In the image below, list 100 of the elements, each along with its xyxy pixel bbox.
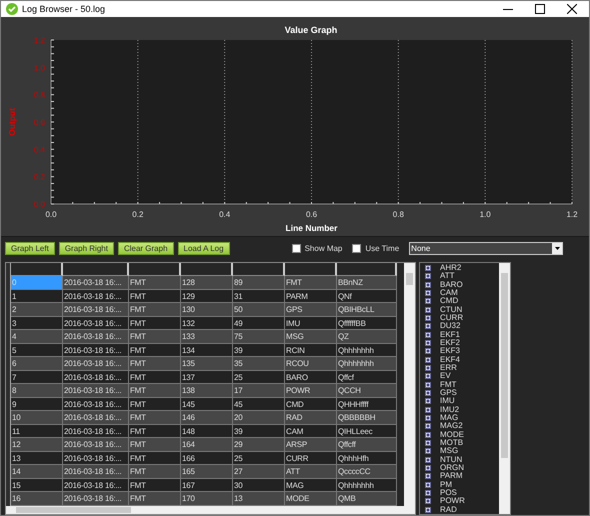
table-cell[interactable]: 31 [233,290,285,304]
expand-icon[interactable] [425,356,431,363]
table-cell[interactable]: 13 [233,492,285,506]
expand-icon[interactable] [425,332,431,338]
table-cell[interactable]: FMT [129,330,181,344]
tree-item[interactable]: EKF4 [440,356,460,364]
table-cell[interactable]: FMT [129,424,181,438]
table-cell[interactable]: 2016-03-18 16:... [63,438,129,452]
table-cell[interactable]: 10 [11,411,63,425]
close-icon[interactable] [567,4,577,14]
table-cell[interactable]: QMB [337,492,397,506]
table-cell[interactable]: 2016-03-18 16:... [63,344,129,358]
table-cell[interactable]: 2016-03-18 16:... [63,303,129,317]
table-cell[interactable]: ATT [285,465,337,479]
table-cell[interactable]: 8 [11,384,63,398]
table-cell[interactable]: 129 [181,290,233,304]
table-cell[interactable]: 165 [181,465,233,479]
tree-item[interactable]: MOTB [440,439,464,448]
table-cell[interactable]: 25 [233,452,285,466]
table-cell[interactable]: RCIN [285,344,337,358]
expand-icon[interactable] [425,273,431,280]
table-cell[interactable]: FMT [129,452,181,466]
table-cell[interactable]: MODE [285,492,337,506]
expand-icon[interactable] [425,340,431,346]
tree-item[interactable]: IMU2 [440,406,460,414]
table-cell[interactable]: 35 [233,357,285,371]
toolbar-button[interactable]: Clear Graph [118,242,174,256]
table-cell[interactable]: 12 [11,438,63,452]
expand-icon[interactable] [425,306,431,313]
table-cell[interactable]: FMT [129,303,181,317]
table-cell[interactable]: FMT [129,357,181,371]
expand-icon[interactable] [425,456,431,463]
table-cell[interactable]: 2016-03-18 16:... [63,424,129,438]
expand-icon[interactable] [425,323,431,330]
table-cell[interactable]: BARO [285,370,337,384]
table-cell[interactable]: 2016-03-18 16:... [63,316,129,330]
table-cell[interactable]: Qhhhhhhh [337,344,397,358]
checkbox[interactable] [292,244,301,254]
expand-icon[interactable] [425,498,431,504]
table-cell[interactable]: 145 [181,398,233,412]
table-cell[interactable]: QNf [337,290,397,304]
table-cell[interactable]: IMU [285,316,337,330]
table-cell[interactable]: 128 [181,276,233,290]
table-cell[interactable]: GPS [285,303,337,317]
scrollbar[interactable] [499,262,510,514]
tree-item[interactable]: ERR [440,364,457,372]
expand-icon[interactable] [425,490,431,496]
table-cell[interactable]: 2016-03-18 16:... [63,357,129,371]
table-cell[interactable]: 16 [11,492,63,506]
expand-icon[interactable] [425,406,431,413]
expand-icon[interactable] [425,415,431,422]
tree-item[interactable]: MAG [440,414,458,422]
table-cell[interactable]: 2016-03-18 16:... [63,465,129,479]
table-cell[interactable]: 148 [181,424,233,438]
table-cell[interactable]: 11 [11,424,63,438]
table-cell[interactable]: CMD [285,398,337,412]
expand-icon[interactable] [425,423,431,430]
expand-icon[interactable] [425,432,431,438]
expand-icon[interactable] [425,506,431,513]
tree-item[interactable]: EKF1 [440,330,460,339]
table-cell[interactable]: 2016-03-18 16:... [63,452,129,466]
table-cell[interactable]: 2016-03-18 16:... [63,370,129,384]
table-cell[interactable]: 2016-03-18 16:... [63,411,129,425]
expand-icon[interactable] [425,282,431,288]
tree-item[interactable]: PARM [440,472,463,480]
table-cell[interactable]: 39 [233,344,285,358]
table-cell[interactable]: MSG [285,330,337,344]
table-cell[interactable]: BBnNZ [337,276,397,290]
tree-item[interactable]: POS [440,489,457,498]
table-cell[interactable]: FMT [129,465,181,479]
table-cell[interactable]: 15 [11,478,63,492]
table-cell[interactable]: 4 [11,330,63,344]
tree-item[interactable]: EKF2 [440,338,460,347]
table-cell[interactable]: QBBBBBH [337,411,397,425]
tree-item[interactable]: ATT [440,272,455,280]
expand-icon[interactable] [425,440,431,446]
table-cell[interactable]: 130 [181,303,233,317]
table-cell[interactable]: 27 [233,465,285,479]
table-cell[interactable]: 17 [233,384,285,398]
table-cell[interactable]: FMT [129,344,181,358]
table-cell[interactable]: 2016-03-18 16:... [63,276,129,290]
tree-item[interactable]: CURR [440,314,464,322]
table-cell[interactable]: 137 [181,370,233,384]
table-cell[interactable]: CURR [285,452,337,466]
tree-item[interactable]: CAM [440,288,458,297]
expand-icon[interactable] [425,373,431,380]
table-cell[interactable]: FMT [129,411,181,425]
table-cell[interactable]: FMT [129,438,181,452]
table-cell[interactable]: 3 [11,316,63,330]
table-cell[interactable]: 2016-03-18 16:... [63,384,129,398]
toolbar-button[interactable]: Graph Left [5,242,55,256]
table-cell[interactable]: FMT [129,276,181,290]
table-cell[interactable]: QHHHffff [337,398,397,412]
expand-icon[interactable] [425,482,431,488]
table-cell[interactable]: 2016-03-18 16:... [63,290,129,304]
table-cell[interactable]: Qffcff [337,438,397,452]
table-cell[interactable]: 146 [181,411,233,425]
expand-icon[interactable] [425,314,431,321]
table-cell[interactable]: Qhhhhhhh [337,478,397,492]
row-header[interactable] [6,492,11,506]
